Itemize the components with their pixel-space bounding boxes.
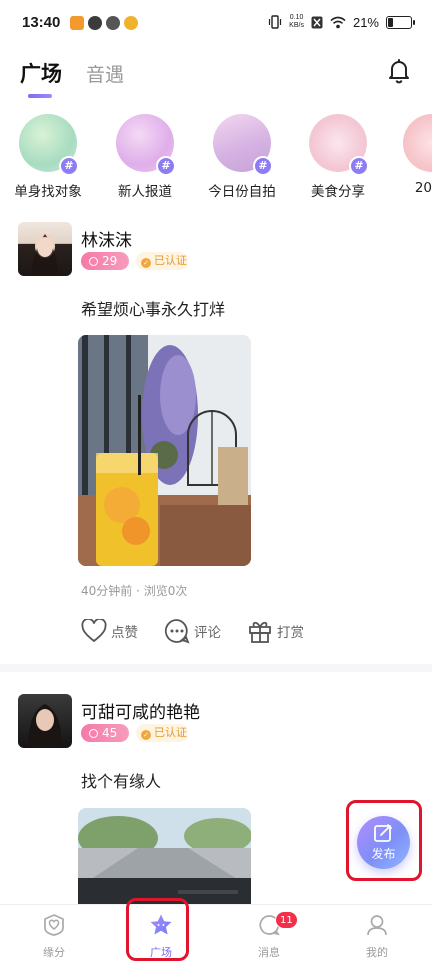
no-sim-icon (311, 16, 323, 28)
hash-icon: # (349, 156, 369, 176)
status-right-group: 0.10 KB/s 21% (268, 14, 415, 30)
tab-voice-meet[interactable]: 音遇 (86, 60, 124, 88)
status-bar: 13:40 0.10 KB/s 21% (0, 0, 432, 50)
level-badge: 45 (81, 724, 129, 742)
topic-cover: # (213, 114, 273, 176)
avatar[interactable] (18, 222, 72, 276)
heart-box-icon (44, 914, 64, 936)
nav-item-messages[interactable]: 11 消息 (239, 911, 299, 960)
topic-item[interactable]: # 美食分享 (298, 114, 378, 200)
heart-icon (81, 619, 107, 643)
comment-icon (164, 619, 190, 644)
post-username[interactable]: 林沫沫 (81, 226, 132, 251)
topic-cover: # (309, 114, 369, 176)
topic-name: 2024 (414, 180, 432, 196)
gift-icon (249, 621, 271, 643)
nav-item-mine[interactable]: 我的 (347, 913, 407, 960)
topic-cover: # (116, 114, 176, 176)
topic-item[interactable]: # 单身找对象 (8, 114, 88, 200)
topic-cover: # (19, 114, 79, 176)
verified-badge: ✓ 已认证 (136, 724, 188, 742)
hash-icon: # (156, 156, 176, 176)
notification-app-icon (106, 16, 120, 30)
battery-percent: 21% (352, 14, 379, 30)
net-speed: 0.10 KB/s (289, 14, 304, 29)
topic-name: 美食分享 (311, 184, 365, 200)
topic-carousel: # 单身找对象 # 新人报道 # 今日份自拍 # 美食分享 2024 (0, 114, 432, 204)
post-divider (0, 664, 432, 672)
reward-button[interactable]: 打赏 (247, 618, 304, 644)
bell-icon[interactable] (386, 58, 412, 84)
like-button[interactable]: 点赞 (81, 619, 138, 643)
bottom-nav: 缘分 广场 11 消息 我的 (0, 904, 432, 964)
topic-cover (403, 114, 432, 172)
topic-item[interactable]: 2024 (392, 114, 432, 196)
vibrate-icon (269, 15, 282, 29)
profile-icon (367, 915, 387, 936)
topic-name: 今日份自拍 (208, 184, 276, 200)
post-text: 希望烦心事永久打烊 (81, 300, 226, 319)
status-time: 13:40 (22, 14, 61, 31)
topic-item[interactable]: # 今日份自拍 (202, 114, 282, 200)
post-photo[interactable] (78, 808, 251, 904)
notification-weibo-icon (124, 16, 138, 30)
post-username[interactable]: 可甜可咸的艳艳 (81, 698, 200, 723)
post-photo[interactable] (78, 335, 251, 566)
tab-square[interactable]: 广场 (20, 58, 62, 98)
level-icon (89, 729, 98, 738)
wifi-icon (330, 16, 346, 28)
topic-name: 新人报道 (118, 184, 172, 200)
check-icon: ✓ (141, 258, 151, 268)
post-card[interactable]: 林沫沫 29 ✓ 已认证 希望烦心事永久打烊 40分钟前 · 浏览0次 点赞 评… (0, 218, 432, 658)
highlight-box-square (126, 898, 189, 961)
highlight-box-publish (346, 800, 422, 881)
nav-item-fate[interactable]: 缘分 (24, 913, 84, 960)
post-text: 找个有缘人 (81, 772, 162, 791)
tab-indicator (28, 94, 52, 98)
topic-name: 单身找对象 (14, 184, 82, 200)
post-meta: 40分钟前 · 浏览0次 (81, 584, 188, 598)
level-badge: 29 (81, 252, 129, 270)
notification-app-icon (70, 16, 84, 30)
avatar[interactable] (18, 694, 72, 748)
hash-icon: # (253, 156, 273, 176)
top-tabs: 广场 音遇 (20, 58, 124, 98)
post-actions: 点赞 评论 打赏 (81, 618, 304, 644)
hash-icon: # (59, 156, 79, 176)
level-icon (89, 257, 98, 266)
comment-button[interactable]: 评论 (164, 618, 221, 644)
unread-badge: 11 (275, 911, 298, 929)
topic-item[interactable]: # 新人报道 (105, 114, 185, 200)
battery-icon (386, 15, 415, 29)
notification-app-icon (88, 16, 102, 30)
verified-badge: ✓ 已认证 (136, 252, 188, 270)
check-icon: ✓ (141, 730, 151, 740)
